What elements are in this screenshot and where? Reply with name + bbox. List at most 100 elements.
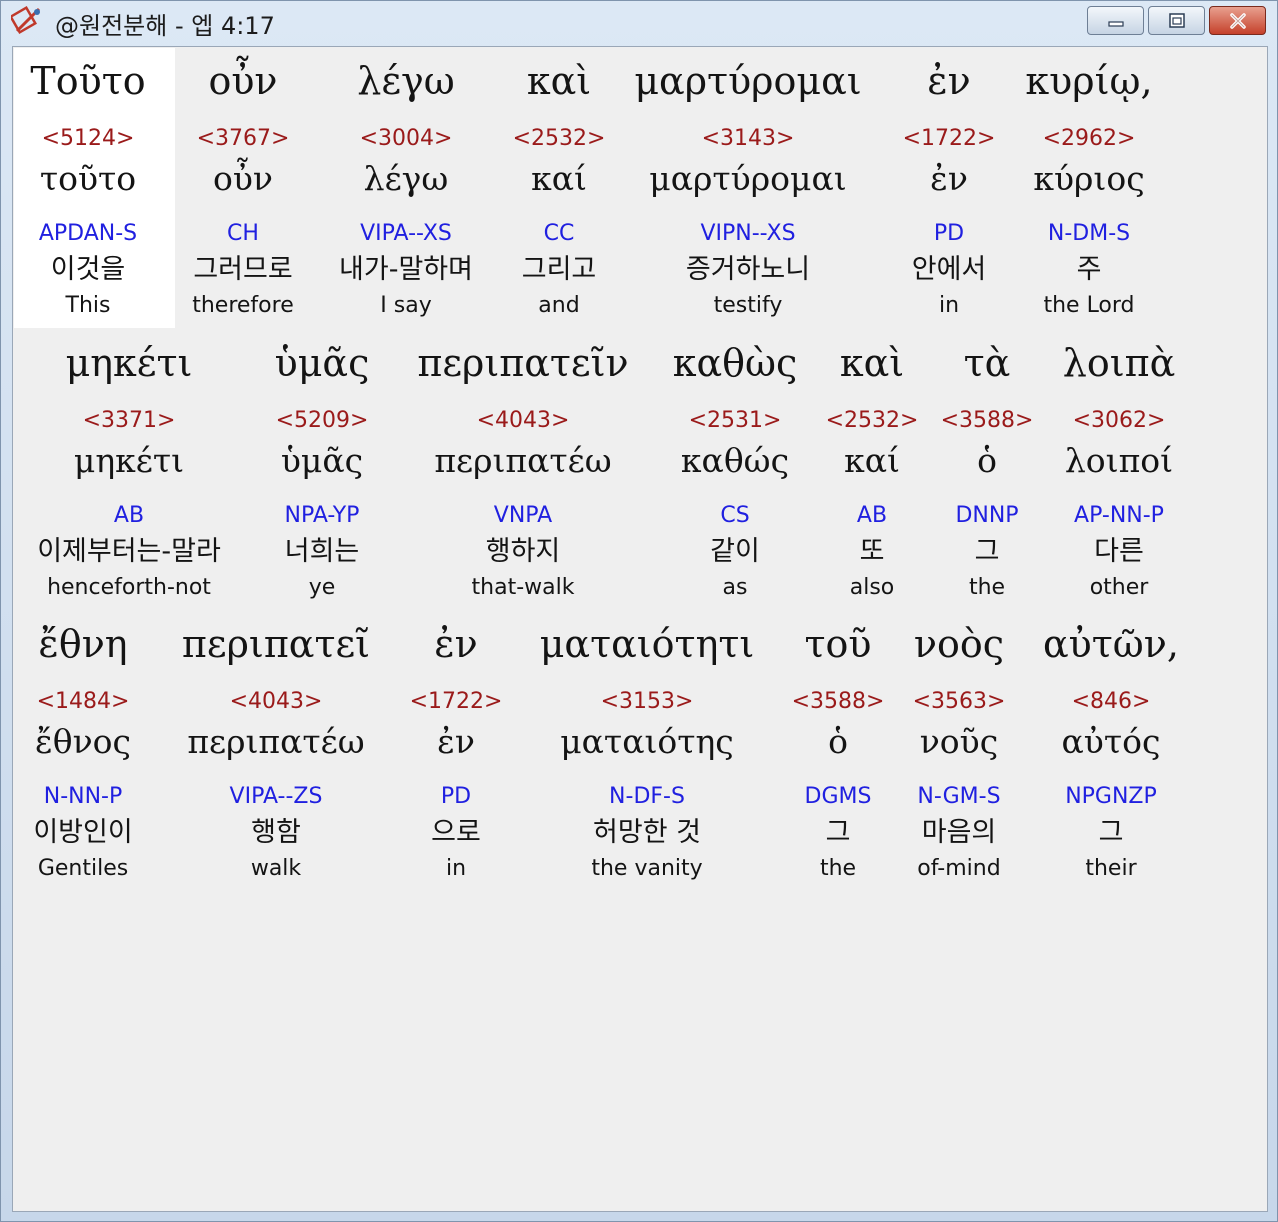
word-greek: περιπατεῖ: [181, 622, 371, 666]
word-english: walk: [250, 856, 302, 881]
word-korean: 그: [1098, 817, 1124, 848]
word-column[interactable]: καὶ <2532> καί CC 그리고 and: [504, 56, 614, 326]
word-korean: 또: [859, 536, 885, 567]
word-column[interactable]: λέγω <3004> λέγω VIPA--XS 내가-말하며 I say: [319, 56, 494, 326]
word-morph: AB: [856, 503, 888, 528]
word-korean: 으로: [431, 817, 481, 848]
word-lemma: λέγω: [363, 159, 449, 198]
word-english: the: [819, 856, 857, 881]
word-english: in: [445, 856, 467, 881]
word-column[interactable]: περιπατεῖ <4043> περιπατέω VIPA--ZS 행함 walk: [171, 619, 381, 889]
word-greek: αὐτῶν,: [1043, 622, 1179, 666]
word-morph: CS: [720, 503, 750, 528]
word-lemma: μηκέτι: [73, 441, 185, 480]
word-column[interactable]: καὶ <2532> καί AB 또 also: [822, 338, 922, 608]
word-column[interactable]: ἐν <1722> ἐν PD 으로 in: [401, 619, 511, 889]
word-english: henceforth-not: [47, 575, 211, 600]
word-column[interactable]: λοιπὰ <3062> λοιποί AP-NN-P 다른 other: [1049, 338, 1189, 608]
word-greek: ἐν: [927, 59, 971, 103]
word-korean: 안에서: [911, 254, 987, 285]
word-morph: AB: [113, 503, 145, 528]
word-english: testify: [713, 293, 783, 318]
word-column[interactable]: ματαιότητι <3153> ματαιότης N-DF-S 허망한 것 the …: [522, 619, 772, 889]
word-lemma: ματαιότης: [560, 722, 734, 761]
word-greek: καὶ: [839, 341, 905, 385]
word-greek: νοὸς: [913, 622, 1005, 666]
word-greek: καθὼς: [672, 341, 798, 385]
word-greek: Τοῦτο: [30, 59, 146, 103]
word-strong: <5124>: [41, 126, 135, 151]
word-column[interactable]: Τοῦτο <5124> τοῦτο APDAN-S 이것을 This: [13, 56, 163, 326]
word-strong: <846>: [1071, 689, 1151, 714]
word-column[interactable]: οὖν <3767> οὖν CH 그러므로 therefore: [163, 56, 323, 326]
word-morph: DGMS: [804, 784, 872, 809]
word-lemma: καθώς: [680, 441, 790, 480]
word-greek: τοῦ: [804, 622, 872, 666]
word-column[interactable]: μαρτύρομαι <3143> μαρτύρομαι VIPN--XS 증거하노니 t…: [623, 56, 873, 326]
word-column[interactable]: ὑμᾶς <5209> ὑμᾶς NPA-YP 너희는 ye: [252, 338, 392, 608]
word-lemma: ὁ: [828, 722, 848, 761]
word-column[interactable]: καθὼς <2531> καθώς CS 같이 as: [665, 338, 805, 608]
word-strong: <1484>: [36, 689, 130, 714]
maximize-button[interactable]: [1148, 6, 1205, 35]
word-korean: 이것을: [50, 254, 126, 285]
close-icon: [1229, 12, 1246, 29]
minimize-icon: [1107, 20, 1124, 27]
word-english: I say: [380, 293, 432, 318]
word-korean: 그: [825, 817, 851, 848]
word-english: the: [968, 575, 1006, 600]
minimize-button[interactable]: [1087, 6, 1144, 35]
word-column[interactable]: περιπατεῖν <4043> περιπατέω VNPA 행하지 that-wal…: [403, 338, 643, 608]
word-greek: ἐν: [434, 622, 478, 666]
word-greek: ὑμᾶς: [274, 341, 370, 385]
word-strong: <1722>: [902, 126, 996, 151]
word-english: other: [1089, 575, 1149, 600]
word-greek: οὖν: [208, 59, 278, 103]
word-lemma: λοιποί: [1064, 441, 1174, 480]
word-column[interactable]: μηκέτι <3371> μηκέτι AB 이제부터는-말라 henceforth-n…: [14, 338, 244, 608]
word-column[interactable]: αὐτῶν, <846> αὐτός NPGNZP 그 their: [1036, 619, 1186, 889]
word-lemma: νοῦς: [919, 722, 999, 761]
word-korean: 행함: [251, 817, 301, 848]
word-korean: 주: [1076, 254, 1102, 285]
word-korean: 마음의: [921, 817, 997, 848]
word-english: This: [65, 293, 111, 318]
word-morph: CC: [543, 221, 575, 246]
close-button[interactable]: [1209, 6, 1266, 35]
word-column[interactable]: νοὸς <3563> νοῦς N-GM-S 마음의 of-mind: [904, 619, 1014, 889]
word-lemma: ἐν: [437, 722, 475, 761]
word-english: the vanity: [591, 856, 703, 881]
word-strong: <2962>: [1042, 126, 1136, 151]
word-morph: CH: [227, 221, 259, 246]
word-lemma: περιπατέω: [434, 441, 612, 480]
word-lemma: ὁ: [977, 441, 997, 480]
word-strong: <3371>: [82, 408, 176, 433]
word-lemma: τοῦτο: [39, 159, 137, 198]
word-column[interactable]: ἔθνη <1484> ἔθνος N-NN-P 이방인이 Gentiles: [18, 619, 148, 889]
word-morph: NPA-YP: [284, 503, 360, 528]
word-strong: <4043>: [476, 408, 570, 433]
word-greek: κυρίῳ,: [1025, 59, 1153, 103]
word-english: and: [538, 293, 580, 318]
word-english: also: [849, 575, 895, 600]
word-strong: <3563>: [912, 689, 1006, 714]
word-column[interactable]: ἐν <1722> ἐν PD 안에서 in: [894, 56, 1004, 326]
title-bar[interactable]: @원전분해 - 엡 4:17: [1, 1, 1277, 41]
word-column[interactable]: τοῦ <3588> ὁ DGMS 그 the: [788, 619, 888, 889]
word-strong: <4043>: [229, 689, 323, 714]
word-greek: περιπατεῖν: [417, 341, 629, 385]
word-column[interactable]: κυρίῳ, <2962> κύριος N-DM-S 주 the Lord: [1009, 56, 1169, 326]
word-greek: μαρτύρομαι: [634, 59, 862, 103]
word-lemma: περιπατέω: [187, 722, 365, 761]
word-column[interactable]: τὰ <3588> ὁ DNNP 그 the: [937, 338, 1037, 608]
word-korean: 이방인이: [33, 817, 133, 848]
word-morph: PD: [440, 784, 472, 809]
word-strong: <3588>: [791, 689, 885, 714]
word-morph: NPGNZP: [1065, 784, 1157, 809]
word-korean: 너희는: [284, 536, 360, 567]
app-window: @원전분해 - 엡 4:17 Τοῦτο <5124> τοῦτο APDAN-S 이것…: [0, 0, 1278, 1222]
word-english: ye: [308, 575, 336, 600]
word-lemma: μαρτύρομαι: [649, 159, 847, 198]
word-strong: <3062>: [1072, 408, 1166, 433]
word-strong: <2531>: [688, 408, 782, 433]
